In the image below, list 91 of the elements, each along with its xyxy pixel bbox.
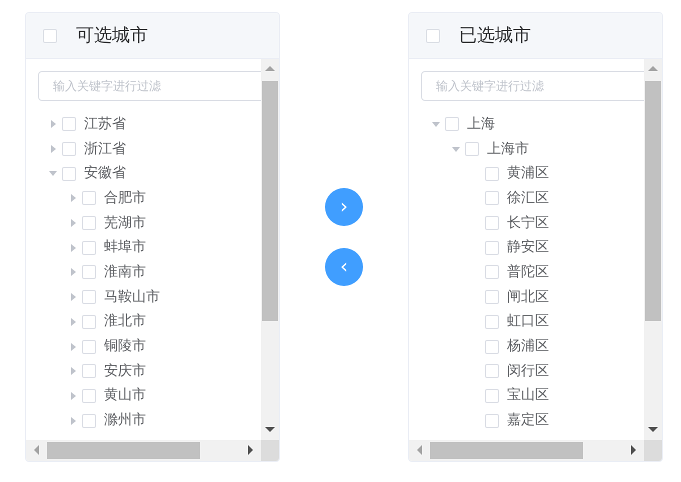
tree-node-label[interactable]: 上海 xyxy=(467,114,495,135)
caret-right-icon[interactable] xyxy=(70,367,76,376)
checkbox[interactable] xyxy=(43,28,57,42)
checkbox[interactable] xyxy=(426,28,440,42)
caret-right-icon[interactable] xyxy=(70,268,76,276)
checkbox[interactable] xyxy=(62,166,76,181)
checkbox[interactable] xyxy=(82,191,96,206)
tree-node-label[interactable]: 安庆市 xyxy=(104,360,146,382)
scrollbar-thumb[interactable] xyxy=(47,442,200,459)
tree-node-label[interactable]: 滁州市 xyxy=(104,410,146,432)
checkbox[interactable] xyxy=(485,166,499,181)
caret-right-icon[interactable] xyxy=(70,392,76,400)
caret-right-icon[interactable] xyxy=(70,293,76,302)
checkbox[interactable] xyxy=(82,240,96,255)
caret-right-icon[interactable] xyxy=(70,194,76,202)
checkbox[interactable] xyxy=(485,191,499,206)
caret-right-icon[interactable] xyxy=(70,318,76,326)
tree-node-label[interactable]: 静安区 xyxy=(507,237,549,258)
scrollbar-corner xyxy=(261,440,279,461)
caret-down-icon[interactable] xyxy=(452,146,460,152)
caret-right-icon[interactable] xyxy=(70,342,76,351)
scroll-left-icon[interactable] xyxy=(34,445,39,455)
caret-down-icon[interactable] xyxy=(49,171,57,176)
checkbox[interactable] xyxy=(465,142,479,156)
scroll-right-icon[interactable] xyxy=(248,445,253,455)
checkbox[interactable] xyxy=(82,265,96,280)
filter-field[interactable]: 输入关键字进行过滤 xyxy=(421,71,644,101)
checkbox[interactable] xyxy=(82,216,96,230)
checkbox[interactable] xyxy=(485,414,499,428)
checkbox[interactable] xyxy=(62,142,76,156)
filter-field[interactable]: 输入关键字进行过滤 xyxy=(38,71,261,101)
checkbox[interactable] xyxy=(485,216,499,230)
checkbox[interactable] xyxy=(82,340,96,354)
scroll-right-icon[interactable] xyxy=(631,445,636,455)
horizontal-scrollbar[interactable] xyxy=(409,440,644,461)
tree-node-label[interactable]: 马鞍山市 xyxy=(104,286,160,308)
tree-node-label[interactable]: 杨浦区 xyxy=(507,336,549,358)
scrollbar-thumb[interactable] xyxy=(645,81,661,321)
tree-node-label[interactable]: 合肥市 xyxy=(104,188,146,209)
tree-node-label[interactable]: 虹口区 xyxy=(507,311,549,332)
scroll-down-icon[interactable] xyxy=(265,427,275,432)
tree-node-label[interactable]: 铜陵市 xyxy=(104,336,146,358)
tree-node-label[interactable]: 淮北市 xyxy=(104,311,146,332)
tree-node-label[interactable]: 嘉定区 xyxy=(507,410,549,432)
panel-title: 已选城市 xyxy=(459,24,531,48)
checkbox[interactable] xyxy=(82,314,96,329)
caret-right-icon[interactable] xyxy=(70,219,76,228)
scrollbar-thumb[interactable] xyxy=(262,81,278,321)
checkbox[interactable] xyxy=(82,388,96,403)
checkbox[interactable] xyxy=(485,314,499,329)
scroll-up-icon[interactable] xyxy=(265,66,275,71)
vertical-scrollbar[interactable] xyxy=(261,59,279,440)
scroll-left-icon[interactable] xyxy=(417,445,422,455)
tree-node-label[interactable]: 闸北区 xyxy=(507,286,549,308)
checkbox[interactable] xyxy=(82,364,96,378)
tree-node-label[interactable]: 江苏省 xyxy=(84,114,126,135)
tree-node-label[interactable]: 上海市 xyxy=(487,138,529,160)
vertical-scrollbar[interactable] xyxy=(644,59,662,440)
checkbox[interactable] xyxy=(485,388,499,403)
checkbox[interactable] xyxy=(485,240,499,255)
horizontal-scrollbar[interactable] xyxy=(26,440,261,461)
tree-node-label[interactable]: 安徽省 xyxy=(84,163,126,184)
scroll-up-icon[interactable] xyxy=(648,66,658,71)
tree-node-label[interactable]: 徐汇区 xyxy=(507,188,549,209)
tree-node-label[interactable]: 长宁区 xyxy=(507,212,549,234)
caret-down-icon[interactable] xyxy=(432,122,440,127)
checkbox[interactable] xyxy=(62,117,76,132)
tree-node-label[interactable]: 浙江省 xyxy=(84,138,126,160)
checkbox[interactable] xyxy=(485,364,499,378)
caret-right-icon[interactable] xyxy=(50,120,56,128)
scroll-down-icon[interactable] xyxy=(648,427,658,432)
checkbox[interactable] xyxy=(82,414,96,428)
caret-right-icon[interactable] xyxy=(70,244,76,252)
scrollbar-corner xyxy=(644,440,662,461)
checkbox[interactable] xyxy=(485,340,499,354)
tree-node-label[interactable]: 闵行区 xyxy=(507,360,549,382)
caret-right-icon[interactable] xyxy=(50,145,56,154)
checkbox[interactable] xyxy=(445,117,459,132)
checkbox[interactable] xyxy=(485,290,499,304)
tree-node-label[interactable]: 黄浦区 xyxy=(507,163,549,184)
tree-node-label[interactable]: 芜湖市 xyxy=(104,212,146,234)
tree-node-label[interactable]: 宝山区 xyxy=(507,385,549,406)
tree-node-label[interactable]: 普陀区 xyxy=(507,262,549,283)
tree-node-label[interactable]: 黄山市 xyxy=(104,385,146,406)
checkbox[interactable] xyxy=(485,265,499,280)
tree-node-label[interactable]: 蚌埠市 xyxy=(104,237,146,258)
panel-title: 可选城市 xyxy=(76,24,148,48)
scrollbar-thumb[interactable] xyxy=(430,442,583,459)
caret-right-icon[interactable] xyxy=(70,416,76,425)
tree-node-label[interactable]: 淮南市 xyxy=(104,262,146,283)
checkbox[interactable] xyxy=(82,290,96,304)
